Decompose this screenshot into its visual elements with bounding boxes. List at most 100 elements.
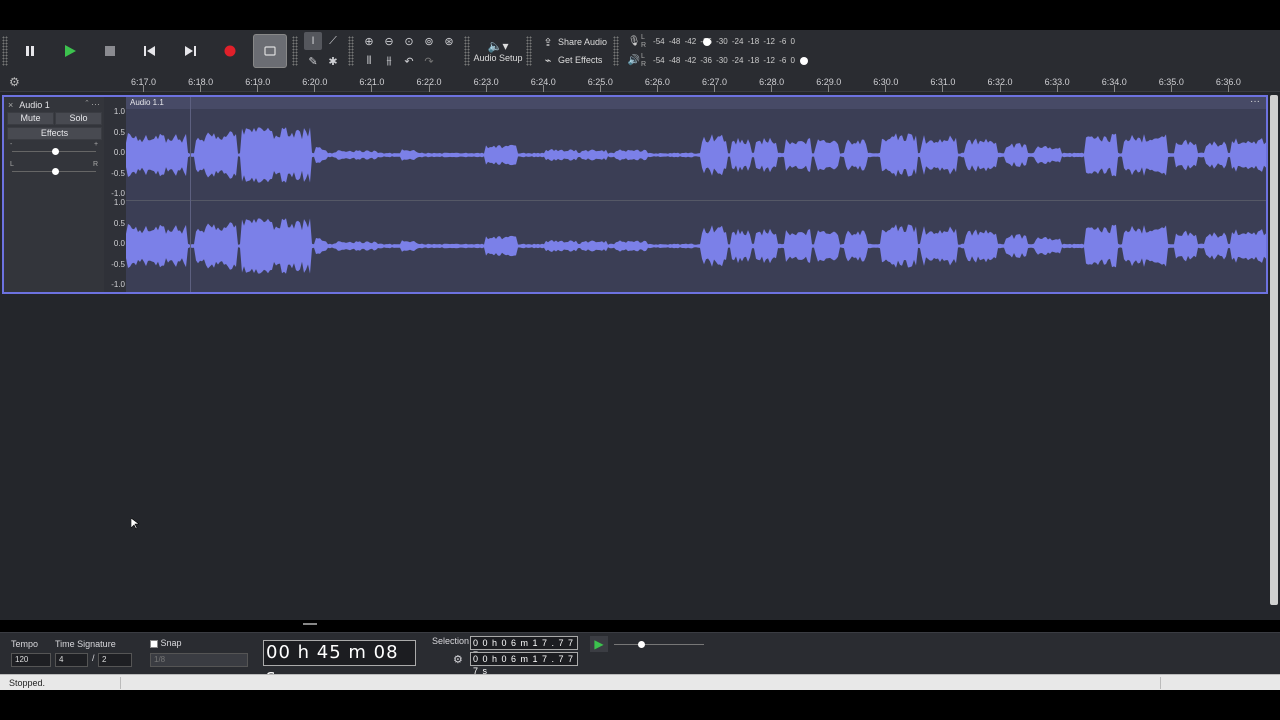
recording-meter[interactable]: 🎙 LR -54-48-42-36-30-24-18-12-60 [627, 32, 799, 51]
snap-select[interactable]: 1/8 [150, 653, 248, 667]
time-signature-numerator[interactable]: 4 [55, 653, 88, 667]
playback-meter[interactable]: 🔊 LR -54 -48 -42 -36 -30 -24 -18 -12 -6 0 [627, 51, 809, 70]
pause-icon [26, 46, 34, 56]
track-area[interactable]: × Audio 1 ˆ ··· Mute Solo Effects - + L … [0, 92, 1280, 620]
window-bottom-bar [0, 690, 1280, 720]
undo-icon[interactable]: ↶ [400, 52, 418, 70]
ruler-tick [771, 85, 773, 92]
playback-level-knob[interactable] [800, 56, 809, 65]
ruler-tick [828, 85, 830, 92]
zoom-in-icon[interactable]: ⊕ [360, 32, 378, 50]
effects-button[interactable]: Effects [7, 127, 102, 140]
resize-handle[interactable] [303, 623, 317, 625]
loop-button[interactable] [253, 34, 287, 68]
toolbar-grip[interactable] [348, 36, 354, 66]
status-separator [120, 677, 121, 689]
share-audio-label: Share Audio [558, 37, 608, 47]
audio-track[interactable]: × Audio 1 ˆ ··· Mute Solo Effects - + L … [2, 95, 1268, 294]
amplitude-scale-label: 0.0 [113, 148, 125, 157]
selection-end-time[interactable]: 0 0 h 0 6 m 1 7 . 7 7 7 s [470, 652, 578, 676]
time-signature-denominator[interactable]: 2 [98, 653, 132, 667]
waveform-left-channel[interactable] [126, 110, 1266, 200]
speaker-meter-icon: 🔊 [627, 55, 641, 66]
audio-clip[interactable]: Audio 1.1 ··· [126, 96, 1266, 292]
trim-audio-icon[interactable]: ⫴ [360, 52, 378, 70]
playback-speed-knob[interactable] [638, 641, 645, 648]
multi-tool-icon[interactable]: ✱ [324, 52, 342, 70]
selection-start-time[interactable]: 0 0 h 0 6 m 1 7 . 7 7 7 s [470, 636, 578, 660]
skip-to-start-button[interactable] [133, 34, 167, 68]
ruler-tick [1170, 85, 1172, 92]
playback-speed-slider[interactable] [614, 641, 704, 648]
recording-level-knob[interactable] [703, 37, 712, 46]
recording-meter-scale[interactable]: -54-48-42-36-30-24-18-12-60 [649, 35, 799, 49]
meter-scale-label: -48 [668, 56, 681, 65]
ruler-tick [542, 85, 544, 92]
redo-icon[interactable]: ↷ [420, 52, 438, 70]
meter-scale-label: 0 [790, 37, 795, 46]
skip-to-end-button[interactable] [173, 34, 207, 68]
skip-start-icon [144, 46, 155, 56]
skip-end-icon [185, 46, 196, 56]
share-audio-button[interactable]: ⇪ Share Audio [538, 33, 607, 51]
playback-meter-scale[interactable]: -54 -48 -42 -36 -30 -24 -18 -12 -6 0 [649, 54, 809, 68]
toolbar-grip[interactable] [464, 36, 470, 66]
zoom-out-icon[interactable]: ⊖ [380, 32, 398, 50]
snap-checkbox[interactable]: Snap [150, 638, 182, 648]
timeline-ruler[interactable]: ⚙ 6:17.0 6:18.0 6:19.0 6:20.0 6:21.0 6:22.0 6:… [0, 72, 1280, 92]
selection-tool-icon[interactable]: I [304, 32, 322, 50]
waveform-right-channel[interactable] [126, 201, 1266, 291]
amplitude-scale-label: 1.0 [113, 198, 125, 207]
track-menu-dots-icon[interactable]: ··· [91, 99, 100, 109]
clip-name: Audio 1.1 [130, 98, 164, 107]
fit-selection-icon[interactable]: ⊙ [400, 32, 418, 50]
tools-group: I ⟋ ✎ ✱ [304, 32, 342, 70]
stop-button[interactable] [93, 34, 127, 68]
tempo-input[interactable]: 120 [11, 653, 51, 667]
get-effects-label: Get Effects [558, 55, 603, 65]
fit-project-icon[interactable]: ⊚ [420, 32, 438, 50]
mute-button[interactable]: Mute [7, 112, 54, 125]
track-menu[interactable]: ˆ ··· [85, 99, 100, 109]
ruler-tick [314, 85, 316, 92]
track-name[interactable]: × Audio 1 [8, 100, 50, 110]
time-display[interactable]: 00 h 45 m 08 s [263, 640, 416, 687]
collapse-chevron-icon[interactable]: ˆ [85, 99, 88, 109]
play-at-speed-icon: ▶ [594, 637, 604, 651]
audio-setup-button[interactable]: 🔈▾ Audio Setup [472, 33, 524, 69]
toolbar-grip[interactable] [526, 36, 532, 66]
vertical-scrollbar[interactable] [1270, 95, 1278, 605]
vertical-amplitude-scale[interactable]: 1.0 0.5 0.0 -0.5 -1.0 1.0 0.5 0.0 -0.5 -1.0 [106, 97, 128, 292]
ruler-tick [200, 85, 202, 92]
pause-button[interactable] [13, 34, 47, 68]
record-button[interactable] [213, 34, 247, 68]
pan-slider[interactable] [12, 168, 96, 175]
gain-slider[interactable] [12, 148, 96, 155]
snap-checkbox-box[interactable] [150, 639, 158, 648]
toolbar-grip[interactable] [613, 36, 620, 66]
time-signature-slash: / [92, 653, 95, 663]
amplitude-scale-label: -0.5 [111, 259, 125, 269]
meter-scale-label: -42 [684, 37, 697, 46]
toolbar-grip[interactable] [2, 36, 8, 66]
gain-slider-knob[interactable] [52, 148, 59, 155]
pan-slider-knob[interactable] [52, 168, 59, 175]
play-button[interactable] [53, 34, 87, 68]
draw-tool-icon[interactable]: ✎ [304, 52, 322, 70]
gain-plus-label: + [94, 141, 99, 148]
timeline-settings-gear-icon[interactable]: ⚙ [9, 75, 23, 89]
meter-scale-label: -24 [731, 37, 744, 46]
close-track-icon[interactable]: × [8, 100, 13, 110]
clip-header[interactable]: Audio 1.1 ··· [126, 96, 1266, 109]
envelope-tool-icon[interactable]: ⟋ [324, 32, 342, 50]
silence-audio-icon[interactable]: ⫵ [380, 52, 398, 70]
play-at-speed-button[interactable]: ▶ [590, 636, 608, 652]
toolbar-grip[interactable] [292, 36, 298, 66]
ruler-tick [942, 85, 944, 92]
track-name-label: Audio 1 [19, 100, 50, 110]
clip-menu-dots-icon[interactable]: ··· [1250, 96, 1260, 107]
get-effects-button[interactable]: ⌁ Get Effects [538, 51, 607, 69]
solo-button[interactable]: Solo [55, 112, 102, 125]
zoom-toggle-icon[interactable]: ⊛ [440, 32, 458, 50]
selection-settings-gear-icon[interactable]: ⚙ [453, 653, 463, 666]
